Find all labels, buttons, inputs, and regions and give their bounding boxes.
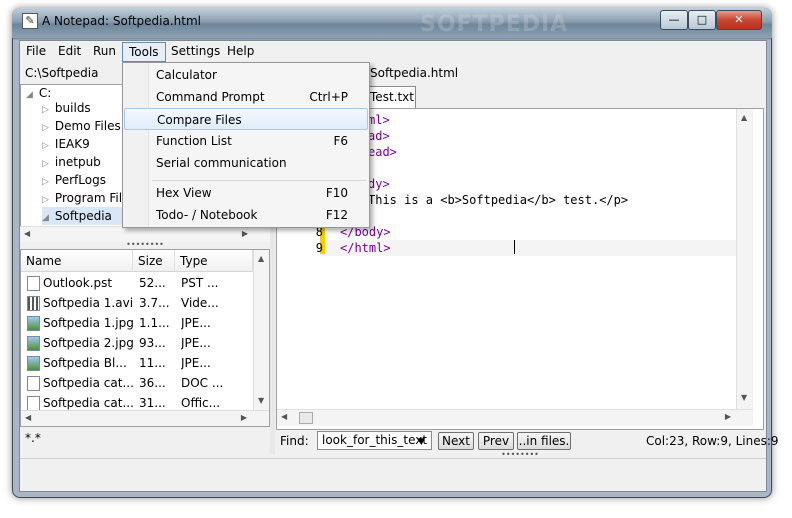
image-icon	[27, 316, 40, 331]
scroll-left-icon[interactable]: ◀	[25, 413, 31, 422]
menu-help[interactable]: Help	[221, 42, 260, 62]
scroll-right-icon[interactable]: ▶	[725, 412, 731, 421]
maximize-button[interactable]: □	[688, 10, 716, 30]
file-row[interactable]: Softpedia 2.jpg 93... JPE...	[21, 333, 253, 353]
app-icon: ✎	[22, 13, 38, 29]
menu-settings[interactable]: Settings	[165, 42, 226, 62]
expand-icon[interactable]: ◢	[26, 90, 33, 100]
editor-vertical-scrollbar[interactable]: ▲ ▼	[736, 109, 753, 409]
find-next-button[interactable]: Next	[438, 432, 474, 450]
file-filter[interactable]: *.*	[20, 428, 270, 452]
scroll-right-icon[interactable]: ▶	[242, 229, 248, 238]
scroll-left-icon[interactable]: ◀	[281, 412, 287, 421]
scroll-up-icon[interactable]: ▲	[741, 113, 747, 122]
menu-item-function-list[interactable]: Function List F6	[124, 130, 368, 152]
watermark: SOFTPEDIA	[420, 12, 569, 37]
expand-icon[interactable]: ▷	[42, 105, 49, 115]
file-row[interactable]: Softpedia 1.jpg 1.1... JPE...	[21, 313, 253, 333]
code-line: dy>	[368, 177, 390, 191]
file-list-vertical-scrollbar[interactable]: ▲ ▼	[253, 250, 269, 410]
window-title: A Notepad: Softpedia.html	[42, 14, 202, 28]
find-prev-button[interactable]: Prev	[478, 432, 514, 450]
expand-icon[interactable]: ▷	[42, 177, 49, 187]
expand-icon[interactable]: ▷	[42, 195, 49, 205]
menu-item-serial-communication[interactable]: Serial communication	[124, 152, 368, 174]
find-label: Find:	[280, 434, 309, 448]
image-icon	[27, 356, 40, 371]
menu-tools[interactable]: Tools	[122, 42, 166, 62]
expand-icon[interactable]: ◢	[42, 213, 49, 223]
menu-file[interactable]: File	[20, 42, 52, 62]
file-row[interactable]: Outlook.pst 52... PST ...	[21, 273, 253, 293]
file-row[interactable]: Softpedia cat... 36... DOC ...	[21, 373, 253, 393]
scroll-right-icon[interactable]: ▶	[241, 413, 247, 422]
tree-item-softpedia[interactable]: ◢ Softpedia	[42, 207, 122, 225]
expand-icon[interactable]: ▷	[42, 123, 49, 133]
expand-icon[interactable]: ▷	[42, 141, 49, 151]
menu-separator	[152, 180, 366, 181]
code-line: ead>	[368, 145, 397, 159]
menu-run[interactable]: Run	[87, 42, 122, 62]
menu-item-calculator[interactable]: Calculator	[124, 64, 368, 86]
line-number: 9	[315, 241, 323, 255]
file-icon	[27, 396, 40, 411]
tree-item-ieak9[interactable]: ▷ IEAK9	[42, 135, 90, 153]
file-list-horizontal-scrollbar[interactable]: ◀ ▶	[21, 410, 269, 426]
file-icon	[27, 376, 40, 391]
tree-item-inetpub[interactable]: ▷ inetpub	[42, 153, 101, 171]
column-name[interactable]: Name	[21, 250, 133, 272]
code-line: This is a <b>Softpedia</b> test.</p>	[368, 193, 629, 207]
tree-item-perflogs[interactable]: ▷ PerfLogs	[42, 171, 106, 189]
menu-item-hex-view[interactable]: Hex View F10	[124, 182, 368, 204]
file-list-header: Name Size Type	[21, 250, 253, 272]
editor-horizontal-scrollbar[interactable]: ◀ ▶	[277, 409, 753, 426]
scroll-thumb[interactable]	[299, 412, 313, 424]
find-input[interactable]: look_for_this_text	[317, 431, 432, 450]
column-size[interactable]: Size	[133, 250, 175, 272]
expand-icon[interactable]: ▷	[42, 159, 49, 169]
tree-item-demo-files[interactable]: ▷ Demo Files	[42, 117, 121, 135]
menu-item-command-prompt[interactable]: Command Prompt Ctrl+P	[124, 86, 368, 108]
scroll-up-icon[interactable]: ▲	[258, 254, 264, 263]
menu-item-todo-notebook[interactable]: Todo- / Notebook F12	[124, 204, 368, 226]
text-caret	[514, 240, 515, 254]
minimize-button[interactable]: —	[660, 10, 688, 30]
video-icon	[27, 296, 40, 311]
tab-test-txt[interactable]: Test.txt	[368, 86, 416, 108]
code-line: </html>	[340, 241, 391, 255]
status-bar	[20, 458, 766, 491]
find-in-files-button[interactable]: ..in files.	[517, 432, 571, 450]
menu-item-compare-files[interactable]: Compare Files	[124, 108, 368, 130]
column-type[interactable]: Type	[175, 250, 253, 272]
close-button[interactable]: ✕	[716, 10, 762, 30]
scroll-down-icon[interactable]: ▼	[741, 393, 747, 402]
file-row[interactable]: Softpedia Bl... 11... JPE...	[21, 353, 253, 373]
scroll-left-icon[interactable]: ◀	[24, 229, 30, 238]
tree-item-builds[interactable]: ▷ builds	[42, 99, 91, 117]
image-icon	[27, 336, 40, 351]
code-line: ml>	[368, 113, 390, 127]
menu-edit[interactable]: Edit	[52, 42, 87, 62]
file-icon	[27, 276, 40, 291]
scroll-down-icon[interactable]: ▼	[258, 396, 264, 405]
cursor-position-status: Col:23, Row:9, Lines:9	[646, 434, 779, 448]
dropdown-arrow-icon[interactable]: ▼	[418, 437, 425, 447]
file-row[interactable]: Softpedia 1.avi 3.7... Vide...	[21, 293, 253, 313]
code-line: ad>	[368, 129, 390, 143]
